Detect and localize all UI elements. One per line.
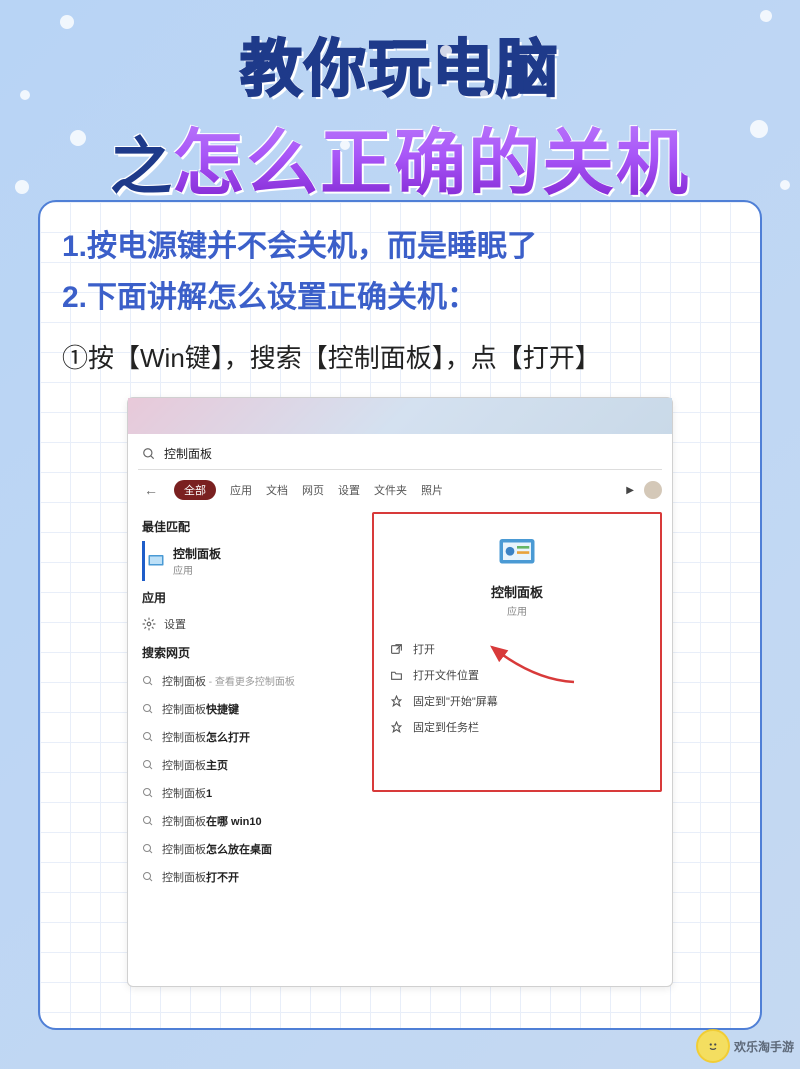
watermark-logo	[696, 1029, 730, 1063]
search-icon	[142, 731, 154, 743]
pin-icon	[390, 721, 403, 734]
back-icon[interactable]: ←	[142, 481, 160, 499]
title-line2-main: 怎么正确的关机	[172, 104, 690, 209]
control-panel-icon	[147, 552, 165, 570]
search-suggestion[interactable]: 控制面板怎么放在桌面	[142, 835, 368, 863]
search-icon	[142, 759, 154, 771]
search-input[interactable]: 控制面板	[164, 445, 212, 462]
action-pin-taskbar-label: 固定到任务栏	[413, 719, 479, 735]
panel-title: 控制面板	[384, 582, 650, 601]
action-open-label: 打开	[413, 641, 435, 657]
screenshot-titlebar	[128, 398, 672, 434]
pin-icon	[390, 695, 403, 708]
instruction-1: 1.按电源键并不会关机，而是睡眠了	[62, 224, 738, 269]
tab-all[interactable]: 全部	[174, 480, 216, 500]
tab-apps[interactable]: 应用	[230, 482, 252, 498]
search-suggestion[interactable]: 控制面板 - 查看更多控制面板	[142, 667, 368, 695]
action-pin-start-label: 固定到"开始"屏幕	[413, 693, 498, 709]
tab-docs[interactable]: 文档	[266, 482, 288, 498]
control-panel-large-icon	[496, 532, 538, 574]
search-suggestion[interactable]: 控制面板在哪 win10	[142, 807, 368, 835]
panel-subtitle: 应用	[384, 603, 650, 618]
folder-icon	[390, 669, 403, 682]
more-icon[interactable]: ▶	[626, 485, 634, 496]
page-title-block: 教你玩电脑 之 怎么正确的关机	[0, 0, 800, 209]
search-icon	[142, 675, 154, 687]
search-tabs: ← 全部 应用 文档 网页 设置 文件夹 照片 ▶	[128, 470, 672, 506]
search-icon	[142, 787, 154, 799]
search-web-label: 搜索网页	[142, 644, 368, 661]
search-icon	[142, 871, 154, 883]
search-suggestion[interactable]: 控制面板怎么打开	[142, 723, 368, 751]
search-suggestion[interactable]: 控制面板快捷键	[142, 695, 368, 723]
tab-web[interactable]: 网页	[302, 482, 324, 498]
search-suggestion[interactable]: 控制面板打不开	[142, 863, 368, 891]
open-icon	[390, 643, 403, 656]
best-match-item[interactable]: 控制面板 应用	[142, 541, 368, 581]
best-match-subtitle: 应用	[173, 562, 221, 577]
best-match-title: 控制面板	[173, 545, 221, 562]
search-bar[interactable]: 控制面板	[138, 438, 662, 470]
search-icon	[142, 447, 156, 461]
content-card: 1.按电源键并不会关机，而是睡眠了 2.下面讲解怎么设置正确关机： ①按【Win…	[38, 200, 762, 1030]
avatar[interactable]	[644, 481, 662, 499]
action-open-location-label: 打开文件位置	[413, 667, 479, 683]
watermark: 欢乐淘手游	[696, 1029, 794, 1063]
tab-settings[interactable]: 设置	[338, 482, 360, 498]
search-icon	[142, 815, 154, 827]
settings-app-row[interactable]: 设置	[142, 612, 368, 636]
title-line2-prefix: 之	[110, 116, 172, 206]
search-icon	[142, 843, 154, 855]
tab-folders[interactable]: 文件夹	[374, 482, 407, 498]
settings-label: 设置	[164, 616, 186, 632]
results-right-column: 控制面板 应用 打开 打开文件位置 固定到"开始"屏幕	[368, 506, 672, 996]
results-left-column: 最佳匹配 控制面板 应用 应用 设置 搜索网页 控制面板 - 查看更多控制面板 …	[128, 506, 368, 996]
instruction-2: 2.下面讲解怎么设置正确关机：	[62, 275, 738, 320]
annotation-arrow	[474, 632, 584, 692]
title-line1: 教你玩电脑	[0, 18, 800, 108]
gear-icon	[142, 617, 156, 631]
best-match-label: 最佳匹配	[142, 518, 368, 535]
apps-section-label: 应用	[142, 589, 368, 606]
action-pin-taskbar[interactable]: 固定到任务栏	[384, 714, 650, 740]
search-suggestion[interactable]: 控制面板主页	[142, 751, 368, 779]
tab-photos[interactable]: 照片	[421, 482, 443, 498]
highlighted-panel: 控制面板 应用 打开 打开文件位置 固定到"开始"屏幕	[372, 512, 662, 792]
search-suggestion[interactable]: 控制面板1	[142, 779, 368, 807]
watermark-text: 欢乐淘手游	[734, 1038, 794, 1055]
step-1-text: ①按【Win键】，搜索【控制面板】，点【打开】	[62, 338, 738, 375]
search-icon	[142, 703, 154, 715]
windows-search-screenshot: 控制面板 ← 全部 应用 文档 网页 设置 文件夹 照片 ▶ 最佳匹配 控制面板	[127, 397, 673, 987]
